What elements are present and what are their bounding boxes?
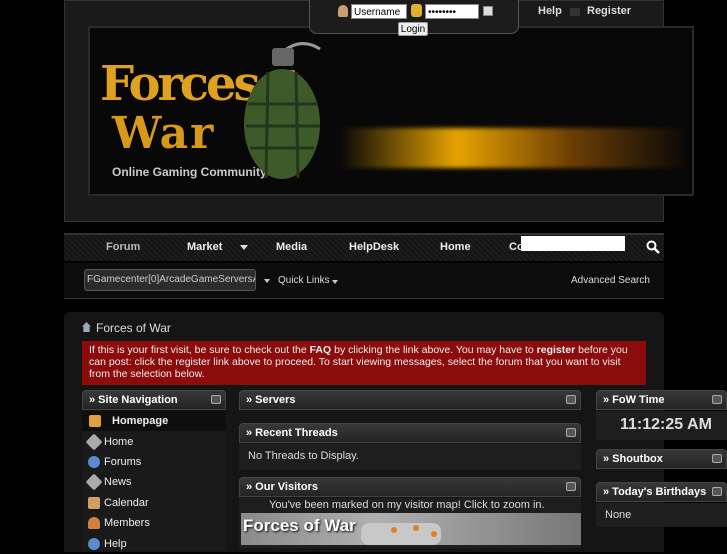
- notice-text-2: by clicking the link above. You may have…: [331, 344, 537, 356]
- fow-time-header: » FoW Time: [596, 390, 727, 410]
- sidebar-item-home[interactable]: Home: [82, 432, 226, 452]
- banner-wave: [340, 128, 690, 168]
- collapse-icon[interactable]: [712, 487, 722, 496]
- search-icon[interactable]: [646, 240, 660, 254]
- members-icon: [88, 517, 100, 529]
- subnav-overlap-menu[interactable]: FGamecenter[0]ArcadeGameServersActions: [84, 269, 256, 291]
- sidebar-item-homepage[interactable]: Homepage: [82, 411, 226, 431]
- shoutbox-title: » Shoutbox: [603, 453, 663, 465]
- collapse-icon[interactable]: [566, 482, 576, 491]
- login-button[interactable]: Login: [398, 22, 428, 36]
- sidebar-item-label: News: [104, 476, 132, 488]
- quick-links-menu[interactable]: Quick Links: [278, 275, 330, 286]
- visitor-map-caption[interactable]: You've been marked on my visitor map! Cl…: [269, 499, 545, 511]
- nav-media[interactable]: Media: [276, 241, 307, 253]
- our-visitors-header: » Our Visitors: [239, 477, 581, 497]
- visitor-marker-icon: [431, 531, 437, 537]
- fow-time-clock: 11:12:25 AM: [596, 411, 727, 440]
- birthdays-header: » Today's Birthdays: [596, 482, 727, 502]
- lock-icon: [411, 4, 422, 17]
- nav-market[interactable]: Market: [187, 241, 222, 253]
- breadcrumb[interactable]: Forces of War: [96, 321, 171, 335]
- birthdays-body: None: [596, 503, 727, 527]
- password-field[interactable]: ••••••••: [425, 4, 479, 19]
- fow-time-title: » FoW Time: [603, 394, 665, 406]
- chevron-down-icon: [240, 245, 248, 250]
- visitor-marker-icon: [413, 525, 419, 531]
- collapse-icon[interactable]: [211, 395, 221, 404]
- sidebar-item-news[interactable]: News: [82, 472, 226, 492]
- sidebar-item-label: Members: [104, 517, 150, 529]
- site-navigation-title: » Site Navigation: [89, 394, 178, 406]
- help-link[interactable]: Help: [538, 5, 562, 17]
- sidebar-item-label: Homepage: [112, 415, 169, 427]
- faq-link[interactable]: FAQ: [310, 344, 332, 356]
- sidebar-item-help[interactable]: Help: [82, 534, 226, 554]
- servers-header: » Servers: [239, 390, 581, 410]
- register-notice-link[interactable]: register: [537, 344, 576, 356]
- username-field[interactable]: Username: [351, 4, 407, 19]
- sidebar-item-label: Forums: [104, 456, 142, 468]
- birthdays-title: » Today's Birthdays: [603, 486, 707, 498]
- collapse-icon[interactable]: [566, 428, 576, 437]
- collapse-icon[interactable]: [712, 454, 722, 463]
- visitor-marker-icon: [391, 527, 397, 533]
- advanced-search-link[interactable]: Advanced Search: [571, 275, 650, 286]
- shoutbox-header: » Shoutbox: [596, 449, 727, 469]
- recent-threads-header: » Recent Threads: [239, 423, 581, 443]
- forums-icon: [88, 456, 100, 468]
- news-icon: [85, 473, 103, 491]
- calendar-icon: [88, 497, 100, 509]
- collapse-icon[interactable]: [712, 395, 722, 404]
- nav-forum[interactable]: Forum: [106, 241, 140, 253]
- chevron-down-icon: [332, 280, 338, 284]
- sidebar-item-label: Calendar: [104, 497, 149, 509]
- sidebar-item-calendar[interactable]: Calendar: [82, 493, 226, 513]
- collapse-icon[interactable]: [566, 395, 576, 404]
- separator-icon: [570, 8, 580, 16]
- recent-threads-body: No Threads to Display.: [239, 444, 581, 470]
- sidebar-item-label: Home: [104, 436, 134, 448]
- nav-helpdesk[interactable]: HelpDesk: [349, 241, 399, 253]
- servers-title: » Servers: [246, 394, 296, 406]
- sidebar-item-members[interactable]: Members: [82, 513, 226, 533]
- search-input[interactable]: [521, 236, 625, 251]
- site-navigation-header: » Site Navigation: [82, 390, 226, 410]
- remember-me-checkbox[interactable]: [483, 6, 493, 16]
- nav-home[interactable]: Home: [440, 241, 471, 253]
- notice-text-1: If this is your first visit, be sure to …: [89, 344, 310, 356]
- homepage-icon: [89, 415, 101, 427]
- tag-icon: [85, 433, 103, 451]
- recent-threads-title: » Recent Threads: [246, 427, 338, 439]
- logo-forces-text: Forces: [100, 56, 261, 112]
- register-link[interactable]: Register: [587, 5, 631, 17]
- welcome-notice: If this is your first visit, be sure to …: [82, 341, 646, 385]
- map-continent: [361, 523, 441, 545]
- logo-war-text: War: [112, 108, 216, 159]
- help-icon: [88, 538, 100, 550]
- chevron-down-icon: [264, 279, 270, 283]
- sidebar-item-forums[interactable]: Forums: [82, 452, 226, 472]
- sidebar-item-label: Help: [104, 538, 127, 550]
- our-visitors-title: » Our Visitors: [246, 481, 318, 493]
- grenade-icon: [244, 42, 321, 179]
- user-icon: [338, 5, 348, 17]
- visitor-map-title: Forces of War: [243, 516, 356, 535]
